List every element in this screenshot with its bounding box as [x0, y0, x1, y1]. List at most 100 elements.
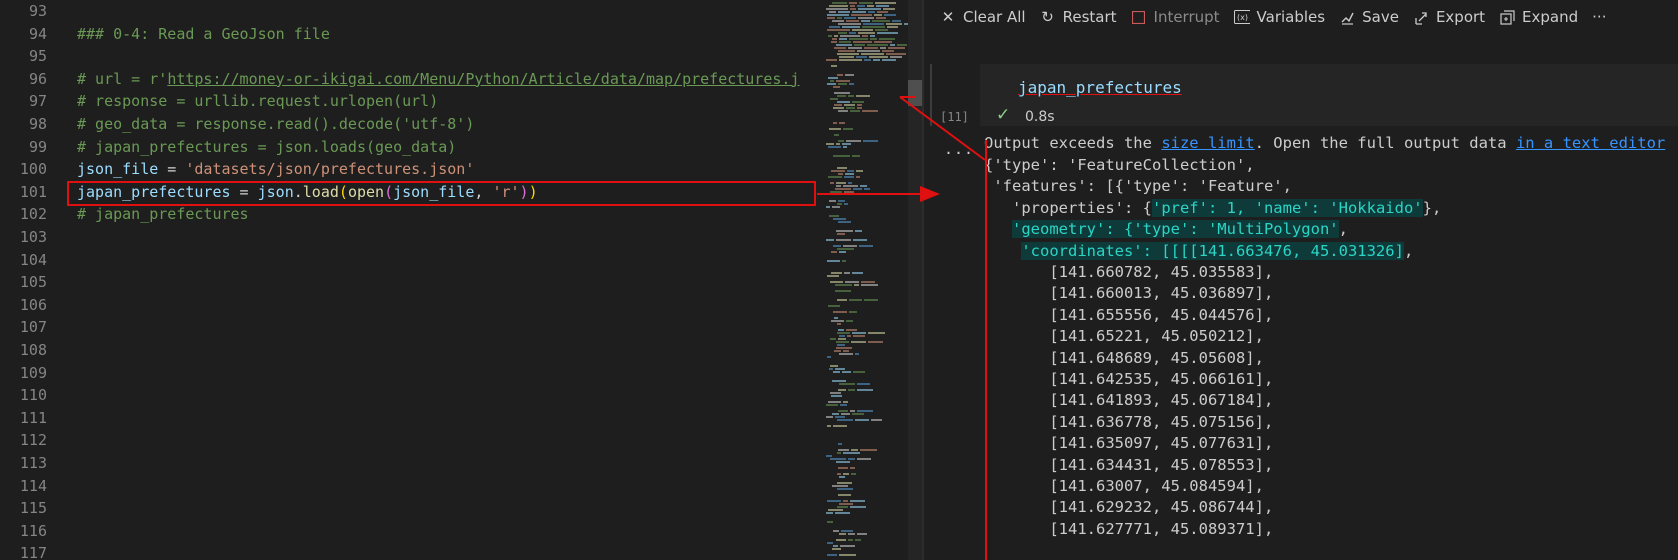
more-actions-button[interactable]: ···: [1592, 8, 1606, 26]
line-code[interactable]: # geo_data = response.read().decode('utf…: [77, 113, 474, 135]
variables-button[interactable]: (x) Variables: [1233, 8, 1325, 26]
line-code[interactable]: # japan_prefectures: [77, 203, 249, 225]
minimap-token: [838, 140, 844, 142]
code-line[interactable]: 114: [0, 475, 822, 497]
line-code[interactable]: # japan_prefectures = json.loads(geo_dat…: [77, 136, 456, 158]
minimap-token: [862, 26, 885, 28]
interrupt-button[interactable]: Interrupt: [1131, 8, 1220, 26]
code-line[interactable]: 112: [0, 429, 822, 451]
line-code[interactable]: json_file = 'datasets/json/prefectures.j…: [77, 158, 474, 180]
open-in-text-editor-link[interactable]: in a text editor: [1516, 134, 1665, 152]
line-number: 104: [19, 250, 47, 269]
line-code[interactable]: ### 0-4: Read a GeoJson file: [77, 23, 330, 45]
code-line[interactable]: 105: [0, 271, 822, 293]
code-line[interactable]: 109: [0, 362, 822, 384]
minimap-token: [853, 371, 865, 373]
code-line[interactable]: 97 # response = urllib.request.urlopen(ur…: [0, 90, 822, 112]
minimap-token: [833, 311, 847, 313]
minimap-token: [828, 305, 840, 307]
minimap-token: [848, 458, 855, 460]
minimap-token: [838, 467, 848, 469]
expand-button[interactable]: Expand: [1499, 8, 1578, 26]
output-token: [984, 220, 1012, 238]
output-token: {'type': 'FeatureCollection',: [984, 156, 1255, 174]
line-code[interactable]: # url = r'https://money-or-ikigai.com/Me…: [77, 68, 799, 90]
minimap[interactable]: [822, 0, 916, 560]
minimap-token: [835, 368, 845, 370]
minimap-token: [837, 323, 841, 325]
minimap-token: [834, 104, 842, 106]
minimap-token: [873, 59, 880, 61]
save-button[interactable]: Save: [1339, 8, 1399, 26]
minimap-token: [835, 290, 851, 292]
cell-input-code[interactable]: japan_prefectures: [1018, 78, 1182, 97]
minimap-token: [843, 350, 849, 352]
line-number: 94: [28, 24, 47, 43]
minimap-token: [838, 11, 850, 13]
execution-count: [11]: [940, 110, 969, 124]
line-code[interactable]: # response = urllib.request.urlopen(url): [77, 90, 438, 112]
minimap-token: [827, 275, 839, 277]
minimap-token: [828, 401, 841, 403]
line-number: 98: [28, 115, 47, 133]
clear-all-button[interactable]: ✕ Clear All: [940, 8, 1026, 26]
minimap-token: [884, 14, 896, 16]
minimap-token: [838, 173, 843, 175]
minimap-token: [834, 317, 838, 319]
minimap-token: [832, 548, 841, 550]
code-line[interactable]: 116: [0, 520, 822, 542]
code-line[interactable]: 108: [0, 339, 822, 361]
minimap-token: [852, 413, 864, 415]
minimap-token: [831, 65, 837, 67]
minimap-token: [833, 530, 839, 532]
code-line[interactable]: 110: [0, 384, 822, 406]
minimap-token: [861, 20, 870, 22]
minimap-token: [836, 239, 851, 241]
code-line[interactable]: 100 json_file = 'datasets/json/prefecture…: [0, 158, 822, 180]
code-line[interactable]: 104: [0, 249, 822, 271]
code-line[interactable]: 94 ### 0-4: Read a GeoJson file: [0, 23, 822, 45]
code-line[interactable]: 117: [0, 542, 822, 560]
code-line[interactable]: 98 # geo_data = response.read().decode('u…: [0, 113, 822, 135]
code-line[interactable]: 103: [0, 226, 822, 248]
code-token: 'datasets/json/prefectures.json': [185, 160, 475, 179]
code-token: # url = r': [77, 69, 168, 88]
minimap-token: [830, 98, 838, 100]
size-limit-link[interactable]: size limit: [1161, 134, 1254, 152]
minimap-token: [832, 38, 837, 40]
line-number: 110: [19, 386, 47, 405]
line-number: 107: [19, 318, 47, 337]
line-number: 101: [19, 182, 47, 201]
minimap-token: [841, 413, 850, 415]
minimap-token: [846, 20, 859, 22]
minimap-token: [867, 5, 874, 7]
code-editor[interactable]: 93 94 ### 0-4: Read a GeoJson file 95 96 # ur…: [0, 0, 822, 560]
minimap-token: [882, 50, 894, 52]
minimap-token: [839, 353, 853, 355]
minimap-token: [839, 335, 845, 337]
code-line[interactable]: 111: [0, 407, 822, 429]
minimap-token: [835, 416, 845, 418]
code-line[interactable]: 102 # japan_prefectures: [0, 203, 822, 225]
output-more-icon[interactable]: ...: [944, 140, 974, 158]
code-line[interactable]: 106: [0, 294, 822, 316]
minimap-token: [829, 368, 833, 370]
restart-button[interactable]: ↻ Restart: [1040, 8, 1116, 26]
code-line[interactable]: 113: [0, 452, 822, 474]
output-line: [141.660782, 45.035583],: [984, 261, 1273, 283]
output-line: [141.65221, 45.050212],: [984, 325, 1264, 347]
minimap-token: [833, 425, 847, 427]
code-line[interactable]: 96 # url = r'https://money-or-ikigai.com/…: [0, 68, 822, 90]
export-button[interactable]: Export: [1413, 8, 1485, 26]
code-line[interactable]: 115: [0, 497, 822, 519]
code-line[interactable]: 107: [0, 316, 822, 338]
editor-scrollbar-thumb[interactable]: [908, 80, 922, 106]
code-line[interactable]: 95: [0, 45, 822, 67]
minimap-token: [867, 44, 888, 46]
output-line: [141.63007, 45.084594],: [984, 475, 1264, 497]
output-token: ,: [1338, 220, 1348, 239]
code-line[interactable]: 99 # japan_prefectures = json.loads(geo_d…: [0, 136, 822, 158]
minimap-token: [846, 329, 857, 331]
minimap-token: [842, 260, 846, 262]
code-line[interactable]: 93: [0, 0, 822, 22]
